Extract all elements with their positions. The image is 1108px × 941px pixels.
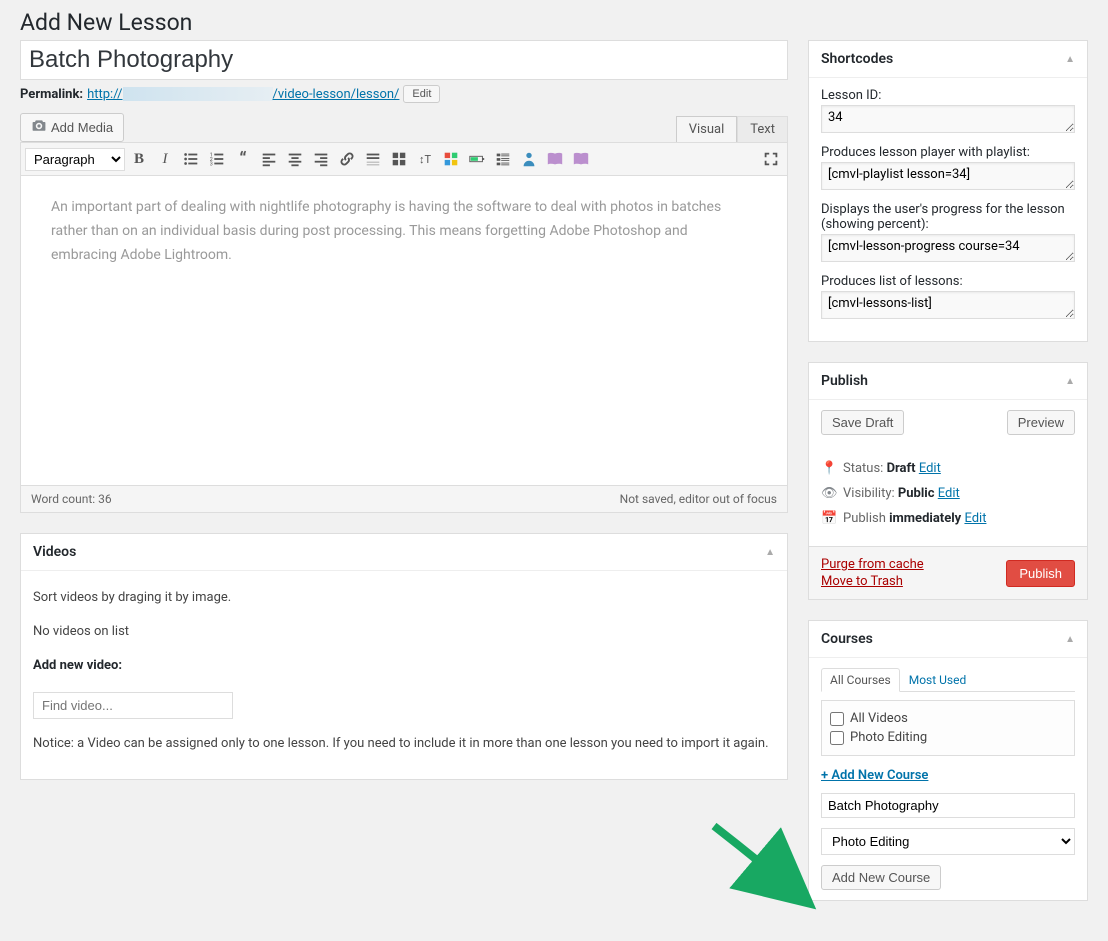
list-squares-icon[interactable] xyxy=(491,147,515,171)
permalink-link[interactable]: http:///video-lesson/lesson/ xyxy=(87,87,399,102)
shortcodes-panel-header[interactable]: Shortcodes ▲ xyxy=(809,41,1087,78)
videos-panel-title: Videos xyxy=(33,544,76,560)
svg-text:3: 3 xyxy=(210,161,213,167)
progress-shortcode[interactable]: [cmvl-lesson-progress course=34 xyxy=(821,234,1075,262)
editor-footer: Word count: 36 Not saved, editor out of … xyxy=(20,486,788,513)
videos-panel-header[interactable]: Videos ▲ xyxy=(21,534,787,571)
new-course-name-input[interactable] xyxy=(821,793,1075,818)
person-icon[interactable] xyxy=(517,147,541,171)
book2-icon[interactable] xyxy=(569,147,593,171)
numbered-list-icon[interactable]: 123 xyxy=(205,147,229,171)
tab-all-courses[interactable]: All Courses xyxy=(821,668,900,692)
add-new-course-link[interactable]: + Add New Course xyxy=(821,768,1075,783)
book-icon[interactable] xyxy=(543,147,567,171)
course-checkbox-row[interactable]: All Videos xyxy=(830,709,1066,728)
add-media-button[interactable]: Add Media xyxy=(20,113,124,142)
link-icon[interactable] xyxy=(335,147,359,171)
fullscreen-icon[interactable] xyxy=(759,147,783,171)
more-icon[interactable] xyxy=(361,147,385,171)
publish-panel-header[interactable]: Publish ▲ xyxy=(809,363,1087,400)
color-grid-icon[interactable] xyxy=(439,147,463,171)
playlist-label: Produces lesson player with playlist: xyxy=(821,145,1075,160)
camera-icon xyxy=(31,118,47,137)
parent-course-select[interactable]: Photo Editing xyxy=(821,828,1075,855)
lesson-id-label: Lesson ID: xyxy=(821,88,1075,103)
courses-title: Courses xyxy=(821,631,873,647)
align-center-icon[interactable] xyxy=(283,147,307,171)
preview-button[interactable]: Preview xyxy=(1007,410,1075,435)
italic-icon[interactable]: I xyxy=(153,147,177,171)
editor-status: Not saved, editor out of focus xyxy=(620,492,777,506)
align-right-icon[interactable] xyxy=(309,147,333,171)
bold-icon[interactable]: B xyxy=(127,147,151,171)
editor-toolbar: Paragraph B I 123 “ ↕T xyxy=(20,142,788,176)
tab-visual[interactable]: Visual xyxy=(676,116,738,142)
align-left-icon[interactable] xyxy=(257,147,281,171)
editor-text: An important part of dealing with nightl… xyxy=(51,196,757,267)
editor-content-area[interactable]: An important part of dealing with nightl… xyxy=(20,176,788,486)
insert-icon[interactable]: ↕T xyxy=(413,147,437,171)
videos-notice: Notice: a Video can be assigned only to … xyxy=(33,735,775,753)
toolbar-toggle-icon[interactable] xyxy=(387,147,411,171)
course-checkbox[interactable] xyxy=(830,712,844,726)
tab-most-used[interactable]: Most Used xyxy=(900,668,976,692)
add-new-course-button[interactable]: Add New Course xyxy=(821,865,941,890)
page-title: Add New Lesson xyxy=(20,0,1088,40)
course-checkbox[interactable] xyxy=(830,731,844,745)
edit-visibility-link[interactable]: Edit xyxy=(938,486,960,501)
shortcodes-title: Shortcodes xyxy=(821,51,893,67)
pin-icon: 📍 xyxy=(821,461,837,476)
format-select[interactable]: Paragraph xyxy=(25,148,125,171)
calendar-icon: 📅 xyxy=(821,511,837,526)
lesson-id-value[interactable]: 34 xyxy=(821,105,1075,133)
save-draft-button[interactable]: Save Draft xyxy=(821,410,904,435)
lesson-title-input[interactable] xyxy=(20,40,788,80)
videos-empty: No videos on list xyxy=(33,623,775,641)
chevron-up-icon: ▲ xyxy=(1065,376,1075,387)
add-video-label: Add new video: xyxy=(33,658,122,673)
permalink-row: Permalink: http:///video-lesson/lesson/ … xyxy=(20,85,788,103)
purge-cache-link[interactable]: Purge from cache xyxy=(821,557,924,572)
courses-panel-header[interactable]: Courses ▲ xyxy=(809,621,1087,658)
battery-icon[interactable] xyxy=(465,147,489,171)
list-label: Produces list of lessons: xyxy=(821,274,1075,289)
eye-icon: 👁 xyxy=(821,486,837,501)
videos-sort-hint: Sort videos by draging it by image. xyxy=(33,589,775,607)
word-count: Word count: 36 xyxy=(31,492,112,506)
publish-button[interactable]: Publish xyxy=(1006,560,1075,587)
publish-title: Publish xyxy=(821,373,868,389)
playlist-shortcode[interactable]: [cmvl-playlist lesson=34] xyxy=(821,162,1075,190)
chevron-up-icon: ▲ xyxy=(1065,634,1075,645)
edit-schedule-link[interactable]: Edit xyxy=(964,511,986,526)
progress-label: Displays the user's progress for the les… xyxy=(821,202,1075,232)
find-video-input[interactable] xyxy=(33,692,233,719)
chevron-up-icon: ▲ xyxy=(1065,54,1075,65)
permalink-edit-button[interactable]: Edit xyxy=(403,85,440,103)
bullet-list-icon[interactable] xyxy=(179,147,203,171)
move-trash-link[interactable]: Move to Trash xyxy=(821,574,924,589)
tab-text[interactable]: Text xyxy=(737,116,788,142)
list-shortcode[interactable]: [cmvl-lessons-list] xyxy=(821,291,1075,319)
permalink-label: Permalink: xyxy=(20,87,83,102)
chevron-up-icon: ▲ xyxy=(765,547,775,558)
edit-status-link[interactable]: Edit xyxy=(919,461,941,476)
blockquote-icon[interactable]: “ xyxy=(231,147,255,171)
course-checkbox-row[interactable]: Photo Editing xyxy=(830,728,1066,747)
